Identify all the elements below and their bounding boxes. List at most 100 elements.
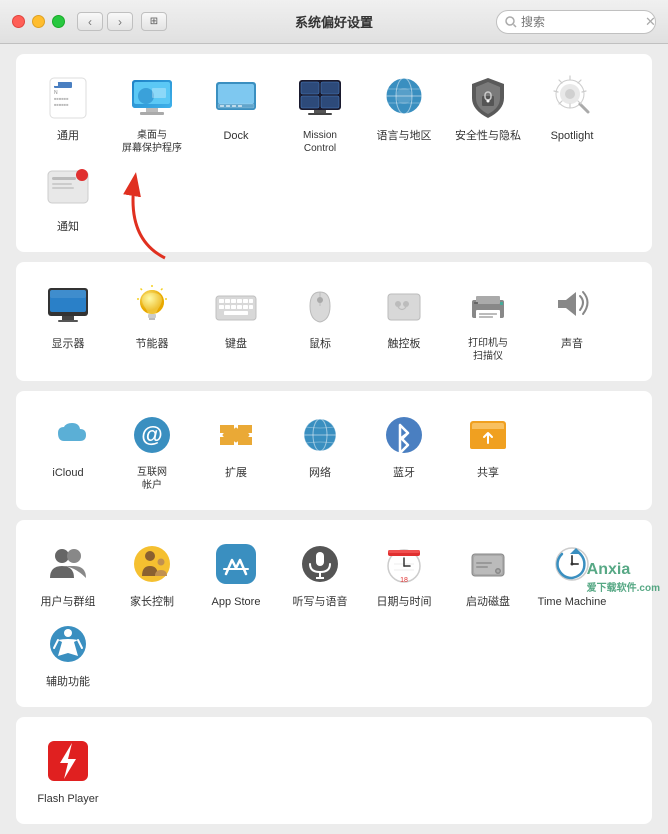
- bluetooth-label: 蓝牙: [393, 466, 415, 480]
- sharing-icon: [462, 409, 514, 461]
- app-accessibility[interactable]: 辅助功能: [26, 618, 110, 689]
- app-dictation[interactable]: 听写与语音: [278, 538, 362, 609]
- search-icon: [505, 16, 517, 28]
- app-flashplayer[interactable]: Flash Player: [26, 735, 110, 806]
- startup-icon: [462, 538, 514, 590]
- desktop-icon: [126, 72, 178, 124]
- app-dock[interactable]: Dock: [194, 72, 278, 143]
- datetime-icon: 18: [378, 538, 430, 590]
- datetime-label: 日期与时间: [377, 595, 432, 609]
- app-language[interactable]: 语言与地区: [362, 72, 446, 143]
- grid-button[interactable]: ⊞: [141, 12, 167, 31]
- security-label: 安全性与隐私: [455, 129, 521, 143]
- app-parental[interactable]: 家长控制: [110, 538, 194, 609]
- internet-icon: @: [126, 409, 178, 461]
- minimize-button[interactable]: [32, 15, 45, 28]
- traffic-lights: [12, 15, 65, 28]
- dictation-label: 听写与语音: [293, 595, 348, 609]
- startup-label: 启动磁盘: [466, 595, 510, 609]
- mission-icon: [294, 72, 346, 124]
- trackpad-label: 触控板: [388, 337, 421, 351]
- app-icloud[interactable]: iCloud: [26, 409, 110, 480]
- section-other: Flash Player: [16, 717, 652, 824]
- accessibility-label: 辅助功能: [46, 675, 90, 689]
- language-icon: [378, 72, 430, 124]
- app-security[interactable]: 安全性与隐私: [446, 72, 530, 143]
- dock-label: Dock: [223, 129, 248, 143]
- internet-label: 互联网 帐户: [137, 466, 167, 492]
- trackpad-icon: [378, 280, 430, 332]
- watermark: Anxia 爱下载软件.com: [587, 561, 660, 594]
- search-clear-button[interactable]: ✕: [645, 14, 656, 30]
- sharing-label: 共享: [477, 466, 499, 480]
- printer-icon: [462, 280, 514, 332]
- back-button[interactable]: ‹: [77, 12, 103, 31]
- notification-icon: [42, 163, 94, 215]
- dock-icon: [210, 72, 262, 124]
- app-printer[interactable]: 打印机与 扫描仪: [446, 280, 530, 363]
- accessibility-icon: [42, 618, 94, 670]
- nav-buttons: ‹ ›: [77, 12, 133, 31]
- energy-icon: [126, 280, 178, 332]
- svg-text:@: @: [141, 422, 162, 447]
- dictation-icon: [294, 538, 346, 590]
- app-sharing[interactable]: 共享: [446, 409, 530, 480]
- general-label: 通用: [57, 129, 79, 143]
- svg-text:■■■■■■: ■■■■■■: [54, 102, 69, 107]
- section-personal: N ■■■■■■ ■■■■■■ 通用: [16, 54, 652, 252]
- app-general[interactable]: N ■■■■■■ ■■■■■■ 通用: [26, 72, 110, 143]
- appstore-label: App Store: [212, 595, 261, 609]
- app-energy[interactable]: 节能器: [110, 280, 194, 351]
- keyboard-icon: [210, 280, 262, 332]
- search-input[interactable]: [521, 15, 641, 29]
- app-network[interactable]: 网络: [278, 409, 362, 480]
- mission-label: Mission Control: [303, 129, 337, 155]
- extensions-icon: [210, 409, 262, 461]
- desktop-label: 桌面与 屏幕保护程序: [122, 129, 182, 155]
- close-button[interactable]: [12, 15, 25, 28]
- app-datetime[interactable]: 18 日期与时间: [362, 538, 446, 609]
- main-content: N ■■■■■■ ■■■■■■ 通用: [0, 44, 668, 834]
- forward-button[interactable]: ›: [107, 12, 133, 31]
- parental-label: 家长控制: [130, 595, 174, 609]
- app-users[interactable]: 用户与群组: [26, 538, 110, 609]
- app-desktop[interactable]: 桌面与 屏幕保护程序: [110, 72, 194, 155]
- maximize-button[interactable]: [52, 15, 65, 28]
- general-icon: N ■■■■■■ ■■■■■■: [42, 72, 94, 124]
- flashplayer-label: Flash Player: [37, 792, 98, 806]
- appstore-icon: [210, 538, 262, 590]
- app-appstore[interactable]: App Store: [194, 538, 278, 609]
- security-icon: [462, 72, 514, 124]
- icloud-icon: [42, 409, 94, 461]
- bluetooth-icon: [378, 409, 430, 461]
- users-icon: [42, 538, 94, 590]
- extensions-label: 扩展: [225, 466, 247, 480]
- section-internet: iCloud @ 互联网 帐户 扩展: [16, 391, 652, 510]
- display-icon: [42, 280, 94, 332]
- sound-label: 声音: [561, 337, 583, 351]
- language-label: 语言与地区: [377, 129, 432, 143]
- section-system: 用户与群组 家长控制: [16, 520, 652, 707]
- energy-label: 节能器: [136, 337, 169, 351]
- notification-label: 通知: [57, 220, 79, 234]
- search-box[interactable]: ✕: [496, 10, 656, 34]
- app-sound[interactable]: 声音: [530, 280, 614, 351]
- app-trackpad[interactable]: 触控板: [362, 280, 446, 351]
- app-bluetooth[interactable]: 蓝牙: [362, 409, 446, 480]
- app-internet[interactable]: @ 互联网 帐户: [110, 409, 194, 492]
- flashplayer-icon: [42, 735, 94, 787]
- app-mouse[interactable]: 鼠标: [278, 280, 362, 351]
- app-keyboard[interactable]: 键盘: [194, 280, 278, 351]
- spotlight-label: Spotlight: [551, 129, 594, 143]
- sound-icon: [546, 280, 598, 332]
- window-title: 系统偏好设置: [295, 12, 373, 31]
- app-notification[interactable]: 通知: [26, 163, 110, 234]
- app-display[interactable]: 显示器: [26, 280, 110, 351]
- app-mission[interactable]: Mission Control: [278, 72, 362, 155]
- printer-label: 打印机与 扫描仪: [468, 337, 508, 363]
- app-spotlight[interactable]: Spotlight: [530, 72, 614, 143]
- icloud-label: iCloud: [52, 466, 83, 480]
- app-extensions[interactable]: 扩展: [194, 409, 278, 480]
- app-startup[interactable]: 启动磁盘: [446, 538, 530, 609]
- mouse-label: 鼠标: [309, 337, 331, 351]
